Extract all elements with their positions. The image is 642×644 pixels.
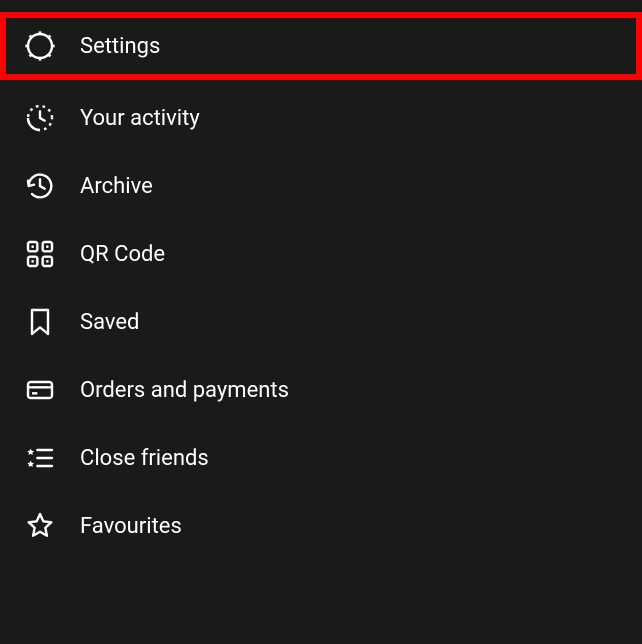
menu-item-label: Settings [80, 34, 160, 59]
menu-item-close-friends[interactable]: Close friends [0, 424, 642, 492]
menu-item-label: QR Code [80, 242, 165, 267]
gear-icon [24, 30, 56, 62]
star-icon [24, 510, 56, 542]
menu-item-label: Your activity [80, 106, 200, 131]
menu-item-label: Close friends [80, 446, 209, 471]
menu-item-favourites[interactable]: Favourites [0, 492, 642, 560]
menu-item-archive[interactable]: Archive [0, 152, 642, 220]
credit-card-icon [24, 374, 56, 406]
menu-item-your-activity[interactable]: Your activity [0, 84, 642, 152]
menu-item-saved[interactable]: Saved [0, 288, 642, 356]
menu-item-label: Favourites [80, 514, 182, 539]
qr-code-icon [24, 238, 56, 270]
menu-item-label: Orders and payments [80, 378, 289, 403]
activity-icon [24, 102, 56, 134]
menu-item-orders-payments[interactable]: Orders and payments [0, 356, 642, 424]
menu-item-qr-code[interactable]: QR Code [0, 220, 642, 288]
bookmark-icon [24, 306, 56, 338]
settings-menu: Settings Your activity Archive [0, 0, 642, 560]
archive-icon [24, 170, 56, 202]
menu-item-settings[interactable]: Settings [0, 12, 642, 80]
menu-item-label: Saved [80, 310, 139, 335]
menu-item-label: Archive [80, 174, 153, 199]
close-friends-icon [24, 442, 56, 474]
